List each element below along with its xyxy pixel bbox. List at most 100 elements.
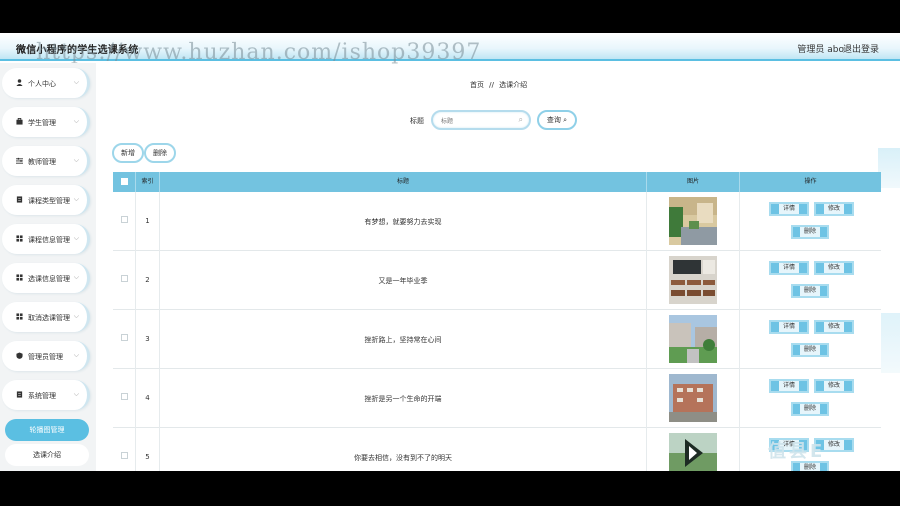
- delete-button[interactable]: 删除: [791, 225, 829, 239]
- sidebar-item-teachers[interactable]: 教师管理 ⌵: [2, 146, 90, 176]
- edit-button[interactable]: 修改: [814, 261, 854, 275]
- detail-button[interactable]: 详情: [769, 261, 809, 275]
- sidebar-item-system[interactable]: 系统管理 ⌵: [2, 380, 90, 410]
- image-cell: [647, 192, 740, 251]
- row-title: 你要去相信，没有到不了的明天: [354, 454, 452, 462]
- search-icon: ⌕: [563, 116, 568, 124]
- detail-button-label: 详情: [778, 204, 799, 214]
- sidebar-item-cancel-selection[interactable]: 取消选课管理 ⌵: [2, 302, 90, 332]
- column-header: 操作: [804, 178, 817, 185]
- delete-button[interactable]: 删除: [791, 284, 829, 298]
- sidebar: 个人中心 ⌵ 学生管理 ⌵ 教师管理 ⌵ 课程类型管理 ⌵ 课程信息管理 ⌵ 选…: [0, 63, 96, 471]
- select-all-checkbox[interactable]: [121, 178, 128, 185]
- sidebar-item-profile[interactable]: 个人中心 ⌵: [2, 68, 90, 98]
- delete-button-label: 删除: [799, 286, 820, 296]
- logout-link[interactable]: 退出登录: [843, 42, 879, 55]
- row-title: 有梦想，就要努力去实现: [364, 218, 442, 226]
- chevron-down-icon: ⌵: [73, 78, 79, 86]
- index-cell: 4: [136, 369, 160, 428]
- delete-button-label: 删除: [799, 463, 820, 471]
- edit-button-label: 修改: [823, 204, 844, 214]
- sliders-icon: [16, 157, 23, 164]
- bulk-delete-button[interactable]: 删除: [144, 143, 176, 163]
- sidebar-item-label: 学生管理: [28, 119, 56, 127]
- sidebar-item-label: 个人中心: [28, 80, 56, 88]
- row-checkbox[interactable]: [121, 216, 128, 223]
- edit-button[interactable]: 修改: [814, 202, 854, 216]
- decor-stripe: [878, 313, 900, 373]
- select-all-cell: [113, 172, 136, 192]
- actions-cell: 详情 修改 删除: [740, 251, 881, 310]
- row-checkbox[interactable]: [121, 334, 128, 341]
- user-icon: [16, 79, 23, 86]
- index-cell: 3: [136, 310, 160, 369]
- row-select-cell: [113, 310, 136, 369]
- detail-button-label: 详情: [778, 381, 799, 391]
- image-cell: [647, 428, 740, 471]
- edit-button[interactable]: 修改: [814, 379, 854, 393]
- sidebar-item-course-info[interactable]: 课程信息管理 ⌵: [2, 224, 90, 254]
- sidebar-item-label: 管理员管理: [28, 353, 63, 361]
- video-thumbnail: [669, 433, 717, 471]
- sidebar-item-admins[interactable]: 管理员管理 ⌵: [2, 341, 90, 371]
- detail-button[interactable]: 详情: [769, 202, 809, 216]
- actions-cell: 详情 修改 删除: [740, 369, 881, 428]
- table-row: 5 你要去相信，没有到不了的明天 详情 修改 删除: [113, 428, 881, 471]
- column-header: 图片: [647, 172, 740, 192]
- breadcrumb-home[interactable]: 首页: [470, 81, 484, 89]
- detail-button[interactable]: 详情: [769, 379, 809, 393]
- chevron-down-icon: ⌵: [73, 117, 79, 125]
- index-cell: 5: [136, 428, 160, 471]
- chevron-down-icon: ⌵: [73, 195, 79, 203]
- table-row: 2 又是一年毕业季 详情 修改 删除: [113, 251, 881, 310]
- row-index: 4: [145, 394, 150, 402]
- grid-icon: [16, 235, 23, 242]
- delete-button[interactable]: 删除: [791, 343, 829, 357]
- title-cell: 挫折路上，坚持常在心间: [160, 310, 647, 369]
- add-button[interactable]: 新增: [112, 143, 144, 163]
- app-title: 微信小程序的学生选课系统: [16, 45, 139, 56]
- detail-button[interactable]: 详情: [769, 320, 809, 334]
- sidebar-item-course-types[interactable]: 课程类型管理 ⌵: [2, 185, 90, 215]
- delete-button-label: 删除: [799, 227, 820, 237]
- sidebar-subitem-course-intro[interactable]: 选课介绍: [5, 444, 89, 466]
- campus-building-photo: [669, 197, 717, 245]
- row-index: 2: [145, 276, 150, 284]
- row-checkbox[interactable]: [121, 275, 128, 282]
- sidebar-item-students[interactable]: 学生管理 ⌵: [2, 107, 90, 137]
- row-index: 5: [145, 453, 150, 461]
- query-button[interactable]: 查询 ⌕: [537, 110, 577, 130]
- grid-icon: [16, 313, 23, 320]
- edit-button-label: 修改: [823, 440, 844, 450]
- edit-button[interactable]: 修改: [814, 320, 854, 334]
- sidebar-item-label: 课程信息管理: [28, 236, 70, 244]
- overlay-logo-text: 值县E: [768, 441, 826, 462]
- delete-button[interactable]: 删除: [791, 402, 829, 416]
- chevron-down-icon: ⌵: [73, 156, 79, 164]
- row-checkbox[interactable]: [121, 393, 128, 400]
- edit-button-label: 修改: [823, 322, 844, 332]
- image-cell: [647, 251, 740, 310]
- table-row: 4 挫折是另一个生命的开端 详情 修改 删除: [113, 369, 881, 428]
- sidebar-item-label: 教师管理: [28, 158, 56, 166]
- row-select-cell: [113, 251, 136, 310]
- edit-button-label: 修改: [823, 263, 844, 273]
- query-button-label: 查询: [546, 116, 561, 124]
- chevron-down-icon: ⌵: [73, 234, 79, 242]
- row-checkbox[interactable]: [121, 452, 128, 459]
- row-title: 又是一年毕业季: [378, 277, 428, 285]
- row-index: 1: [145, 217, 150, 225]
- image-cell: [647, 369, 740, 428]
- shield-icon: [16, 352, 23, 359]
- search-input[interactable]: [441, 116, 519, 126]
- sidebar-subitem-carousel[interactable]: 轮播图管理: [5, 419, 89, 441]
- table-row: 3 挫折路上，坚持常在心间 详情 修改 删除: [113, 310, 881, 369]
- top-bar: 微信小程序的学生选课系统 管理员 abo 退出登录: [0, 33, 900, 61]
- row-select-cell: [113, 192, 136, 251]
- index-cell: 2: [136, 251, 160, 310]
- chevron-down-icon: ⌵: [73, 390, 79, 398]
- title-cell: 你要去相信，没有到不了的明天: [160, 428, 647, 471]
- title-cell: 又是一年毕业季: [160, 251, 647, 310]
- school-building-photo: [669, 374, 717, 422]
- sidebar-item-selection-info[interactable]: 选课信息管理 ⌵: [2, 263, 90, 293]
